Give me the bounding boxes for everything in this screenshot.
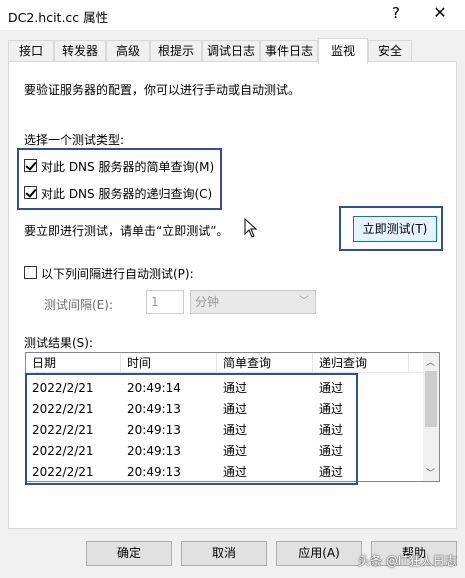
ok-button[interactable]: 确定 xyxy=(86,541,172,566)
interval-label: 测试间隔(E): xyxy=(44,298,113,312)
tab-debug-log[interactable]: 调试日志 xyxy=(202,40,260,62)
tab-event-log[interactable]: 事件日志 xyxy=(260,40,318,62)
results-scrollbar[interactable]: ︿ ﹀ xyxy=(423,353,439,481)
mouse-cursor-icon xyxy=(244,218,258,238)
test-now-instructions: 要立即进行测试，请单击“立即测试”。 xyxy=(24,224,229,238)
column-header-simple[interactable]: 简单查询 xyxy=(217,353,313,373)
interval-unit-value: 分钟 xyxy=(195,295,220,309)
scroll-down-icon[interactable]: ﹀ xyxy=(426,466,435,479)
interval-unit-select[interactable]: 分钟 ﹀ xyxy=(190,290,316,314)
tab-security[interactable]: 安全 xyxy=(368,40,412,62)
simple-query-label[interactable]: 对此 DNS 服务器的简单查询(M) xyxy=(41,158,214,175)
column-header-time[interactable]: 时间 xyxy=(121,353,217,373)
tab-interfaces[interactable]: 接口 xyxy=(8,40,54,62)
simple-query-checkbox[interactable] xyxy=(24,159,37,172)
watermark: 头条 @IT狂人日志 xyxy=(358,554,457,568)
title-bar: DC2.hcit.cc 属性 ? ✕ xyxy=(0,0,465,30)
auto-test-label[interactable]: 以下列间隔进行自动测试(P): xyxy=(41,265,194,282)
column-header-date[interactable]: 日期 xyxy=(26,353,121,373)
auto-test-checkbox[interactable] xyxy=(24,266,37,279)
scroll-thumb[interactable] xyxy=(425,371,437,427)
test-now-button[interactable]: 立即测试(T) xyxy=(353,216,437,242)
tab-root-hints[interactable]: 根提示 xyxy=(150,40,202,62)
recursive-query-label[interactable]: 对此 DNS 服务器的递归查询(C) xyxy=(41,185,212,202)
tab-monitoring[interactable]: 监视 xyxy=(318,38,368,64)
tab-advanced[interactable]: 高级 xyxy=(106,40,150,62)
column-header-recursive[interactable]: 递归查询 xyxy=(313,353,409,373)
close-icon[interactable]: ✕ xyxy=(428,3,452,25)
tab-strip: 接口 转发器 高级 根提示 调试日志 事件日志 监视 安全 xyxy=(0,38,465,64)
apply-button[interactable]: 应用(A) xyxy=(276,541,362,566)
results-highlight xyxy=(25,373,358,485)
recursive-query-checkbox[interactable] xyxy=(24,186,37,199)
chevron-down-icon: ﹀ xyxy=(299,296,309,307)
tab-forwarders[interactable]: 转发器 xyxy=(54,40,106,62)
cancel-button[interactable]: 取消 xyxy=(181,541,267,566)
results-header: 日期 时间 简单查询 递归查询 xyxy=(26,353,426,373)
scroll-up-icon[interactable]: ︿ xyxy=(426,355,435,368)
select-type-label: 选择一个测试类型: xyxy=(24,133,125,147)
interval-input[interactable]: 1 xyxy=(146,290,184,314)
help-icon[interactable]: ? xyxy=(386,4,406,24)
results-label: 测试结果(S): xyxy=(24,336,94,350)
intro-text: 要验证服务器的配置，你可以进行手动或自动测试。 xyxy=(24,83,301,97)
window-title: DC2.hcit.cc 属性 xyxy=(8,10,109,25)
